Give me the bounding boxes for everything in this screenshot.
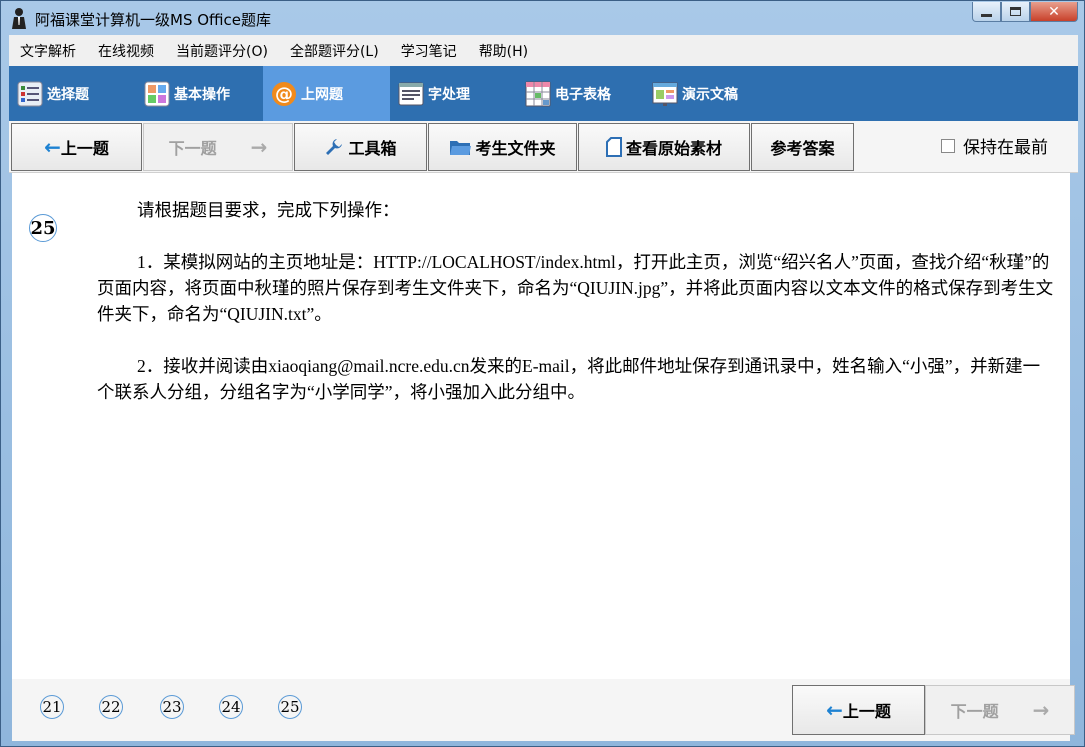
keep-on-top-toggle[interactable]: 保持在最前 [941, 133, 1048, 158]
footer-prev-label: 上一题 [842, 702, 891, 721]
grid-icon [144, 81, 170, 106]
category-label: 演示文稿 [682, 86, 738, 103]
category-word[interactable]: 字处理 [390, 66, 517, 121]
arrow-right-icon: → [1032, 698, 1050, 722]
next-question-label: 下一题 [168, 139, 217, 158]
reference-answer-button[interactable]: 参考答案 [751, 123, 854, 171]
question-panel: 25 请根据题目要求，完成下列操作： 1．某模拟网站的主页地址是：HTTP://… [12, 173, 1070, 679]
student-folder-button[interactable]: 考生文件夹 [428, 123, 577, 171]
category-label: 字处理 [428, 86, 470, 103]
close-icon: ✕ [1048, 3, 1060, 20]
presentation-icon [652, 82, 678, 106]
window-controls: ✕ [972, 2, 1078, 22]
action-toolbar: ← 上一题 下一题 → 工具箱 考生文件夹 查看原始素材 参考答案 保持在最前 [9, 121, 1078, 173]
question-text[interactable]: 请根据题目要求，完成下列操作： 1．某模拟网站的主页地址是：HTTP://LOC… [97, 197, 1057, 405]
prev-question-button[interactable]: ← 上一题 [11, 123, 142, 171]
menu-bar: 文字解析 在线视频 当前题评分(O) 全部题评分(L) 学习笔记 帮助(H) [9, 35, 1078, 66]
question-number-badge: 25 [29, 214, 57, 242]
close-button[interactable]: ✕ [1030, 2, 1078, 22]
footer-prev-button[interactable]: ← 上一题 [792, 685, 925, 735]
toolbox-button[interactable]: 工具箱 [294, 123, 427, 171]
next-question-button[interactable]: 下一题 → [143, 123, 293, 171]
menu-online-video[interactable]: 在线视频 [87, 41, 165, 61]
page-number-21[interactable]: 21 [40, 695, 64, 719]
page-number-23[interactable]: 23 [160, 695, 184, 719]
keep-on-top-checkbox[interactable] [941, 138, 955, 153]
arrow-left-icon: ← [44, 135, 61, 159]
student-folder-label: 考生文件夹 [475, 139, 556, 158]
title-bar[interactable]: 阿福课堂计算机一级MS Office题库 ✕ [1, 1, 1084, 35]
list-icon [17, 81, 43, 106]
footer-next-label: 下一题 [950, 702, 999, 721]
spreadsheet-icon [525, 81, 551, 106]
view-material-label: 查看原始素材 [625, 139, 722, 158]
menu-study-notes[interactable]: 学习笔记 [390, 41, 468, 61]
document-icon [398, 82, 424, 105]
maximize-button[interactable] [1001, 2, 1030, 22]
minimize-button[interactable] [972, 2, 1001, 22]
menu-text-analysis[interactable]: 文字解析 [9, 41, 87, 61]
footer-next-button[interactable]: 下一题 → [925, 685, 1075, 735]
category-label: 上网题 [301, 86, 343, 103]
keep-on-top-label: 保持在最前 [963, 138, 1048, 158]
category-label: 电子表格 [555, 86, 611, 103]
window-title: 阿福课堂计算机一级MS Office题库 [35, 11, 272, 29]
arrow-right-icon: → [250, 135, 268, 159]
category-presentation[interactable]: 演示文稿 [644, 66, 771, 121]
category-internet[interactable]: @ 上网题 [263, 66, 390, 121]
category-basic-ops[interactable]: 基本操作 [136, 66, 263, 121]
arrow-left-icon: ← [826, 698, 843, 722]
question-item-2: 2．接收并阅读由xiaoqiang@mail.ncre.edu.cn发来的E-m… [97, 356, 1041, 402]
question-intro: 请根据题目要求，完成下列操作： [137, 200, 400, 220]
menu-help[interactable]: 帮助(H) [468, 41, 539, 61]
page-number-24[interactable]: 24 [219, 695, 243, 719]
svg-text:@: @ [275, 84, 293, 105]
minimize-icon [981, 14, 992, 17]
prev-question-label: 上一题 [60, 139, 109, 158]
person-icon [12, 8, 26, 29]
maximize-icon [1010, 7, 1021, 16]
category-choice[interactable]: 选择题 [9, 66, 136, 121]
category-label: 选择题 [47, 86, 89, 103]
category-spreadsheet[interactable]: 电子表格 [517, 66, 644, 121]
menu-grade-all[interactable]: 全部题评分(L) [279, 41, 390, 61]
category-label: 基本操作 [174, 86, 230, 103]
folder-icon [450, 141, 472, 155]
file-icon [605, 137, 622, 157]
view-material-button[interactable]: 查看原始素材 [578, 123, 750, 171]
at-sign-icon: @ [272, 81, 296, 106]
reference-answer-label: 参考答案 [770, 139, 835, 158]
footer-navigation: 21 22 23 24 25 ← 上一题 下一题 → [12, 679, 1075, 741]
app-window: 阿福课堂计算机一级MS Office题库 ✕ 文字解析 在线视频 当前题评分(O… [0, 0, 1085, 747]
page-number-22[interactable]: 22 [99, 695, 123, 719]
menu-grade-current[interactable]: 当前题评分(O) [165, 41, 279, 61]
toolbox-label: 工具箱 [348, 139, 397, 158]
page-number-25[interactable]: 25 [278, 695, 302, 719]
question-item-1: 1．某模拟网站的主页地址是：HTTP://LOCALHOST/index.htm… [97, 252, 1054, 324]
category-toolbar: 选择题 基本操作 @ 上网题 字处理 电子表格 演示文稿 [9, 66, 1078, 121]
wrench-icon [326, 139, 343, 155]
